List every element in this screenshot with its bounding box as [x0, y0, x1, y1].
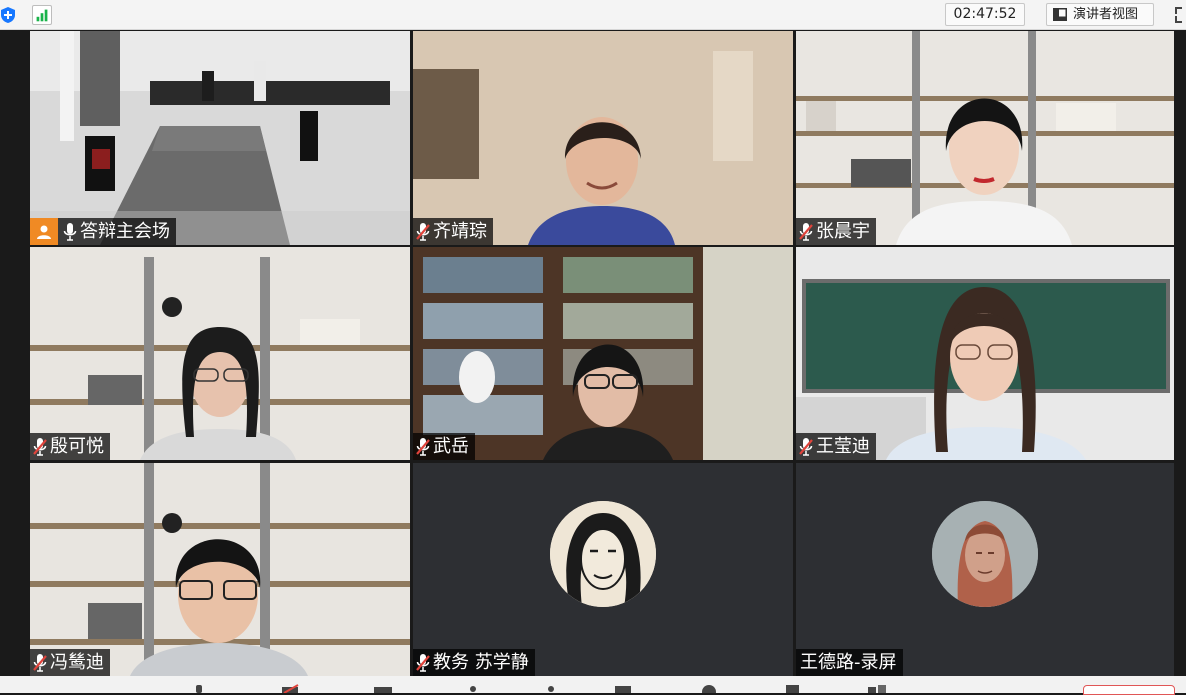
microphone-icon[interactable] — [62, 222, 78, 242]
muted-microphone-icon[interactable] — [415, 222, 431, 242]
participant-name: 冯鸶迪 — [50, 652, 104, 673]
video-grid: 答辩主会场 齐靖琮 张晨宇 殷可悦 武岳 王莹迪 冯鸶迪 教务 苏学静 王德路-… — [0, 30, 1186, 676]
participant-name: 答辩主会场 — [80, 221, 170, 242]
video-button-icon[interactable] — [280, 684, 302, 693]
meeting-timer: 02:47:52 — [945, 3, 1025, 26]
settings-icon[interactable] — [866, 684, 888, 693]
fullscreen-icon[interactable] — [1172, 5, 1186, 25]
video-tile-participant[interactable]: 王莹迪 — [796, 247, 1174, 460]
participant-label: 武岳 — [413, 433, 475, 460]
chat-icon[interactable] — [612, 684, 634, 693]
video-feed — [413, 247, 793, 460]
video-feed — [413, 31, 793, 245]
participant-name: 王德路-录屏 — [800, 652, 897, 673]
meeting-toolbar — [0, 676, 1186, 695]
network-signal-icon[interactable] — [32, 5, 52, 25]
participant-name: 教务 苏学静 — [433, 652, 529, 673]
video-tile-participant[interactable]: 张晨宇 — [796, 31, 1174, 245]
invite-icon[interactable] — [540, 684, 562, 693]
muted-microphone-icon[interactable] — [415, 653, 431, 673]
host-badge — [30, 218, 58, 245]
presenter-view-label: 演讲者视图 — [1073, 7, 1139, 22]
participant-label: 答辩主会场 — [30, 218, 176, 245]
video-tile-participant[interactable]: 齐靖琮 — [413, 31, 793, 245]
muted-microphone-icon[interactable] — [798, 222, 814, 242]
participants-icon[interactable] — [462, 684, 484, 693]
video-feed — [30, 463, 410, 676]
security-shield-icon[interactable] — [0, 6, 16, 24]
participant-label: 王德路-录屏 — [796, 649, 903, 676]
avatar — [550, 501, 656, 607]
avatar — [932, 501, 1038, 607]
documents-icon[interactable] — [782, 684, 804, 693]
presenter-view-icon — [1053, 8, 1067, 21]
video-feed — [30, 31, 410, 245]
video-feed — [796, 31, 1174, 245]
video-tile-participant[interactable]: 教务 苏学静 — [413, 463, 793, 676]
participant-name: 王莹迪 — [816, 436, 870, 457]
participant-name: 张晨宇 — [816, 221, 870, 242]
video-tile-participant[interactable]: 殷可悦 — [30, 247, 410, 460]
video-tile-participant[interactable]: 武岳 — [413, 247, 793, 460]
participant-label: 张晨宇 — [796, 218, 876, 245]
participant-name: 齐靖琮 — [433, 221, 487, 242]
video-tile-participant[interactable]: 冯鸶迪 — [30, 463, 410, 676]
participant-label: 教务 苏学静 — [413, 649, 535, 676]
participant-label: 冯鸶迪 — [30, 649, 110, 676]
share-screen-icon[interactable] — [372, 684, 394, 693]
mute-button-icon[interactable] — [188, 684, 210, 693]
avatar-portrait — [550, 501, 656, 607]
presenter-view-button[interactable]: 演讲者视图 — [1046, 3, 1154, 26]
participant-label: 殷可悦 — [30, 433, 110, 460]
leave-meeting-button[interactable] — [1083, 685, 1175, 695]
muted-microphone-icon[interactable] — [798, 437, 814, 457]
participant-name: 武岳 — [433, 436, 469, 457]
muted-microphone-icon[interactable] — [32, 437, 48, 457]
video-tile-participant[interactable]: 王德路-录屏 — [796, 463, 1174, 676]
record-icon[interactable] — [698, 684, 720, 693]
muted-microphone-icon[interactable] — [415, 437, 431, 457]
video-feed — [796, 247, 1174, 460]
participant-label: 齐靖琮 — [413, 218, 493, 245]
host-user-icon — [37, 225, 51, 239]
participant-label: 王莹迪 — [796, 433, 876, 460]
participant-name: 殷可悦 — [50, 436, 104, 457]
top-bar: 02:47:52 演讲者视图 — [0, 0, 1186, 30]
video-tile-main-venue[interactable]: 答辩主会场 — [30, 31, 410, 245]
video-feed — [30, 247, 410, 460]
avatar-statue-portrait — [932, 501, 1038, 607]
muted-microphone-icon[interactable] — [32, 653, 48, 673]
